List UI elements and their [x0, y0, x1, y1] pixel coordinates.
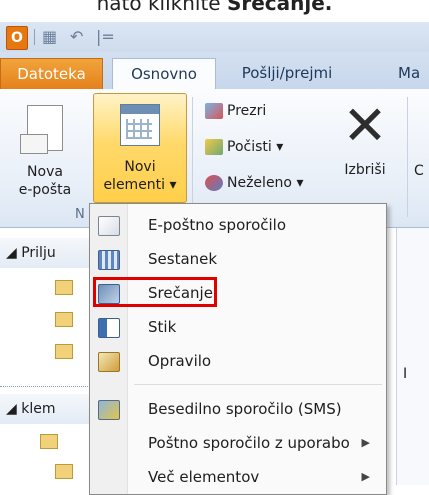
- folder-icon[interactable]: [55, 464, 73, 479]
- menu-item-mail-using[interactable]: Poštno sporočilo z uporabo ▶: [90, 425, 386, 461]
- ribbon-separator: [192, 97, 193, 217]
- new-items-label-2: elementi ▾: [103, 177, 177, 193]
- new-email-label-1: Nova: [27, 164, 63, 180]
- tab-send-receive[interactable]: Pošlji/prejmi: [232, 58, 342, 88]
- qat-separator: [34, 29, 35, 45]
- task-icon: [98, 352, 120, 372]
- ribbon-cut-button[interactable]: C: [414, 162, 429, 180]
- new-email-label-2: e-pošta: [18, 182, 72, 198]
- menu-item-label: Opravilo: [148, 352, 212, 370]
- delete-x-icon: ✕: [342, 94, 388, 157]
- menu-item-label: Več elementov: [148, 468, 260, 486]
- clean-up-icon: [205, 139, 223, 155]
- junk-button[interactable]: Neželeno ▾: [205, 171, 303, 195]
- sms-icon: [98, 400, 120, 420]
- group-label-new: N: [75, 207, 85, 222]
- ribbon-tab-row: Datoteka Osnovno Pošlji/prejmi Ma: [0, 52, 429, 91]
- junk-icon: [205, 175, 223, 191]
- appointment-icon: [98, 250, 120, 270]
- tab-more[interactable]: Ma: [398, 58, 429, 88]
- outlook-logo-icon[interactable]: O: [6, 26, 28, 50]
- menu-item-label: Sestanek: [148, 250, 218, 268]
- submenu-arrow-icon: ▶: [361, 436, 370, 449]
- new-items-icon: [120, 104, 160, 146]
- menu-item-label: Besedilno sporočilo (SMS): [148, 400, 342, 418]
- delete-label: Izbriši: [344, 162, 386, 178]
- tab-file[interactable]: Datoteka: [0, 58, 103, 89]
- menu-item-label: Stik: [148, 318, 177, 336]
- menu-separator: [134, 384, 382, 385]
- menu-item-label: Poštno sporočilo z uporabo: [148, 434, 350, 452]
- send-receive-icon[interactable]: ▦: [42, 27, 57, 47]
- menu-item-contact[interactable]: Stik: [90, 309, 386, 345]
- menu-item-sms[interactable]: Besedilno sporočilo (SMS): [90, 391, 386, 427]
- clean-up-label: Počisti ▾: [227, 139, 284, 155]
- ignore-label: Prezri: [227, 103, 267, 119]
- contact-icon: [98, 318, 120, 338]
- menu-item-email[interactable]: E-poštno sporočilo: [90, 207, 386, 243]
- folder-icon[interactable]: [55, 312, 73, 327]
- new-items-dropdown-menu: E-poštno sporočilo Sestanek Srečanje Sti…: [89, 203, 387, 495]
- clean-up-button[interactable]: Počisti ▾: [205, 135, 283, 159]
- new-items-button[interactable]: Novi elementi ▾: [93, 93, 187, 203]
- search-folder-icon[interactable]: [55, 280, 73, 295]
- new-items-label-1: Novi: [124, 159, 156, 175]
- menu-item-more-items[interactable]: Več elementov ▶: [90, 459, 386, 495]
- new-email-button[interactable]: Nova e-pošta: [0, 99, 90, 204]
- highlight-box-meeting: [93, 277, 217, 307]
- instruction-bold: Srečanje.: [226, 0, 333, 15]
- menu-item-label: E-poštno sporočilo: [148, 216, 287, 234]
- reading-pane-cut-letter: I: [403, 366, 408, 382]
- ignore-button[interactable]: Prezri: [205, 99, 266, 123]
- inbox-folder-icon[interactable]: [40, 434, 58, 449]
- quick-access-toolbar: O ▦ ↶ |=: [0, 22, 429, 52]
- delete-button[interactable]: ✕ Izbriši: [330, 99, 400, 199]
- new-email-icon: [20, 105, 63, 154]
- instruction-text: nato kliknite Srečanje.: [0, 0, 429, 18]
- submenu-arrow-icon: ▶: [361, 470, 370, 483]
- undo-icon[interactable]: ↶: [70, 27, 83, 47]
- ribbon-separator-2: [407, 97, 408, 217]
- tab-home[interactable]: Osnovno: [112, 58, 216, 91]
- reading-pane-edge: I: [396, 228, 429, 485]
- menu-item-task[interactable]: Opravilo: [90, 343, 386, 379]
- folder-icon[interactable]: [55, 344, 73, 359]
- ignore-icon: [205, 103, 223, 119]
- instruction-prefix: nato kliknite: [96, 0, 227, 15]
- email-icon: [98, 216, 120, 236]
- menu-item-appointment[interactable]: Sestanek: [90, 241, 386, 277]
- customize-toolbar-icon[interactable]: |=: [96, 27, 115, 47]
- junk-label: Neželeno ▾: [227, 175, 304, 191]
